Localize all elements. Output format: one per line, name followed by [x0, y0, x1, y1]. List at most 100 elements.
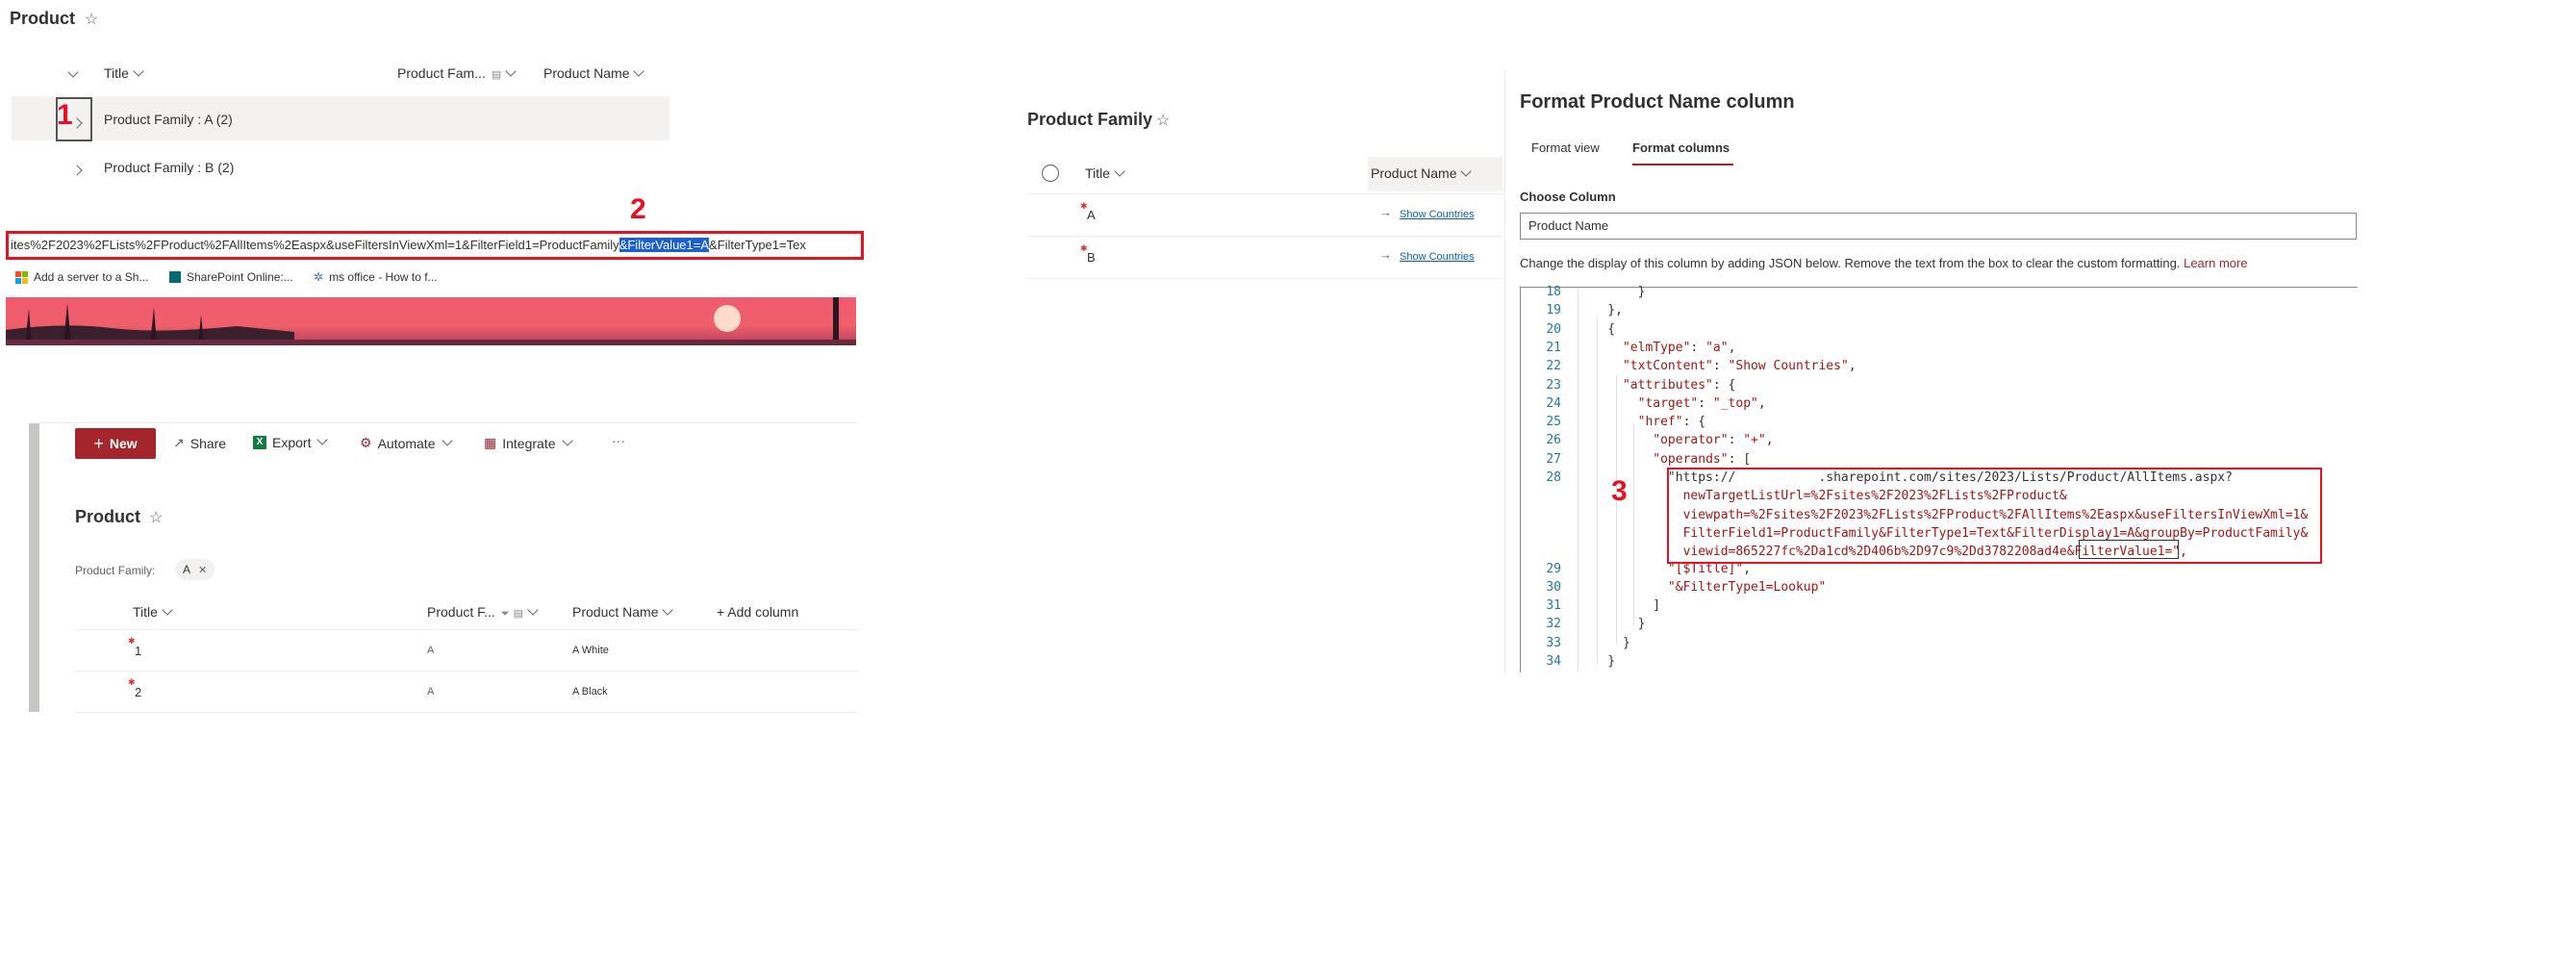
cell-name: A Black: [572, 686, 608, 698]
favorite-star-icon[interactable]: ☆: [149, 508, 163, 527]
code-line: "operator": "+",: [1653, 433, 1774, 448]
description-text: Change the display of this column by add…: [1520, 256, 2248, 270]
line-number: 29: [1546, 561, 1561, 576]
favorite-star-icon[interactable]: ☆: [85, 10, 98, 29]
cursor-box-filtervalue: [2079, 540, 2179, 559]
integrate-button[interactable]: ▦ Integrate: [484, 434, 573, 451]
code-line: }: [1578, 285, 1646, 299]
annotation-box-3: [1667, 468, 2322, 564]
code-line: ]: [1578, 598, 1661, 614]
url-text-tail: &FilterType1=Tex: [709, 238, 806, 252]
show-countries-link[interactable]: Show Countries: [1400, 251, 1475, 263]
learn-more-link[interactable]: Learn more: [2184, 256, 2247, 270]
excel-icon: X: [253, 436, 266, 449]
column-header-title[interactable]: Title: [104, 65, 144, 81]
table-row[interactable]: ✱ 1 A A White: [75, 630, 858, 672]
column-header-product-name[interactable]: Product Name: [1371, 165, 1473, 181]
code-line: "&FilterType1=Lookup": [1667, 579, 1827, 595]
active-tab-indicator: [1632, 164, 1733, 165]
list-item[interactable]: ✱ A → Show Countries: [1027, 194, 1503, 237]
automate-icon: ⚙: [360, 435, 372, 450]
code-line: "target": "_top",: [1637, 395, 1766, 411]
export-button[interactable]: X Export: [253, 434, 329, 450]
code-line: "attributes": {: [1622, 377, 1736, 393]
code-line: {: [1578, 321, 1616, 337]
grouped-icon: ▤: [491, 69, 502, 81]
bookmark-2[interactable]: SharePoint Online:...: [169, 270, 293, 284]
close-icon: ✕: [198, 564, 208, 576]
filter-pill[interactable]: A ✕: [175, 559, 215, 580]
filter-icon: ⏷: [500, 608, 510, 620]
cell-family: A: [427, 686, 435, 698]
plus-icon: +: [93, 434, 104, 453]
code-line: }: [1578, 635, 1630, 650]
panel-title: Format Product Name column: [1520, 91, 1795, 113]
filter-label: Product Family:: [75, 564, 156, 577]
line-number: 21: [1546, 340, 1561, 355]
site-banner-image: [6, 297, 856, 345]
column-header-product-family[interactable]: Product F... ⏷ ▤: [427, 604, 539, 621]
cell-title: B: [1087, 250, 1096, 265]
automate-button[interactable]: ⚙ Automate: [360, 434, 453, 451]
arrow-right-icon: →: [1379, 247, 1392, 262]
line-number: 20: [1546, 321, 1561, 337]
line-number: 27: [1546, 451, 1561, 467]
add-column-button[interactable]: + Add column: [717, 604, 798, 620]
microsoft-logo-icon: [15, 270, 28, 284]
code-line: }: [1578, 617, 1646, 632]
column-header-title[interactable]: Title: [1085, 165, 1125, 181]
new-button[interactable]: + New: [75, 428, 156, 459]
code-line: "operands": [: [1653, 451, 1752, 467]
share-icon: ↗: [173, 435, 185, 450]
annotation-number-2: 2: [630, 193, 646, 225]
select-all-chevron-icon[interactable]: [67, 66, 79, 84]
address-bar[interactable]: ites%2F2023%2FLists%2FProduct%2FAllItems…: [6, 231, 864, 260]
line-number: 23: [1546, 377, 1561, 393]
expand-chevron-icon[interactable]: [71, 162, 83, 179]
line-number: 26: [1546, 433, 1561, 448]
share-button[interactable]: ↗ Share: [173, 435, 226, 451]
code-line: }: [1578, 654, 1616, 669]
column-header-product-family[interactable]: Product Fam... ▤: [397, 65, 517, 81]
group-label-a: Product Family : A (2): [104, 112, 233, 127]
code-line: "txtContent": "Show Countries",: [1622, 359, 1856, 374]
left-rail: [29, 423, 39, 712]
tab-format-view[interactable]: Format view: [1531, 140, 1600, 155]
sharepoint-icon: [169, 271, 181, 283]
more-button[interactable]: ···: [612, 433, 625, 448]
family-list-title: Product Family: [1027, 110, 1153, 129]
divider: [40, 422, 858, 423]
url-selected-text: &FilterValue1=A: [619, 238, 710, 252]
table-row[interactable]: ✱ 2 A A Black: [75, 672, 858, 713]
group-label-b: Product Family : B (2): [104, 160, 235, 175]
line-number: 22: [1546, 359, 1561, 374]
line-number: 30: [1546, 579, 1561, 595]
column-header-product-name[interactable]: Product Name: [543, 65, 645, 81]
bookmark-1[interactable]: Add a server to a Sh...: [15, 270, 148, 284]
favorite-star-icon[interactable]: ☆: [1156, 111, 1170, 130]
line-number: 31: [1546, 598, 1561, 614]
bookmark-3[interactable]: ✲ ms office - How to f...: [314, 270, 438, 284]
integrate-icon: ▦: [484, 435, 497, 450]
annotation-number-3: 3: [1611, 475, 1628, 507]
cell-family: A: [427, 645, 435, 656]
line-number: 34: [1546, 654, 1561, 669]
annotation-number-1: 1: [57, 99, 73, 131]
list-item[interactable]: ✱ B → Show Countries: [1027, 237, 1503, 279]
cell-title: 1: [135, 644, 142, 658]
list-title: Product: [75, 507, 141, 526]
line-number: 19: [1546, 303, 1561, 318]
line-number: 28: [1546, 470, 1561, 485]
page-title: Product: [10, 9, 76, 28]
url-text: ites%2F2023%2FLists%2FProduct%2FAllItems…: [11, 238, 619, 252]
choose-column-select[interactable]: Product Name: [1520, 213, 2357, 240]
show-countries-link[interactable]: Show Countries: [1400, 209, 1475, 220]
tab-format-columns[interactable]: Format columns: [1632, 140, 1730, 155]
code-line: "href": {: [1637, 415, 1706, 430]
cell-title: A: [1087, 208, 1096, 222]
column-header-product-name[interactable]: Product Name: [572, 604, 674, 620]
column-header-title[interactable]: Title: [133, 604, 173, 620]
line-number: 33: [1546, 635, 1561, 650]
select-all-radio[interactable]: [1042, 165, 1059, 182]
arrow-right-icon: →: [1379, 205, 1392, 219]
